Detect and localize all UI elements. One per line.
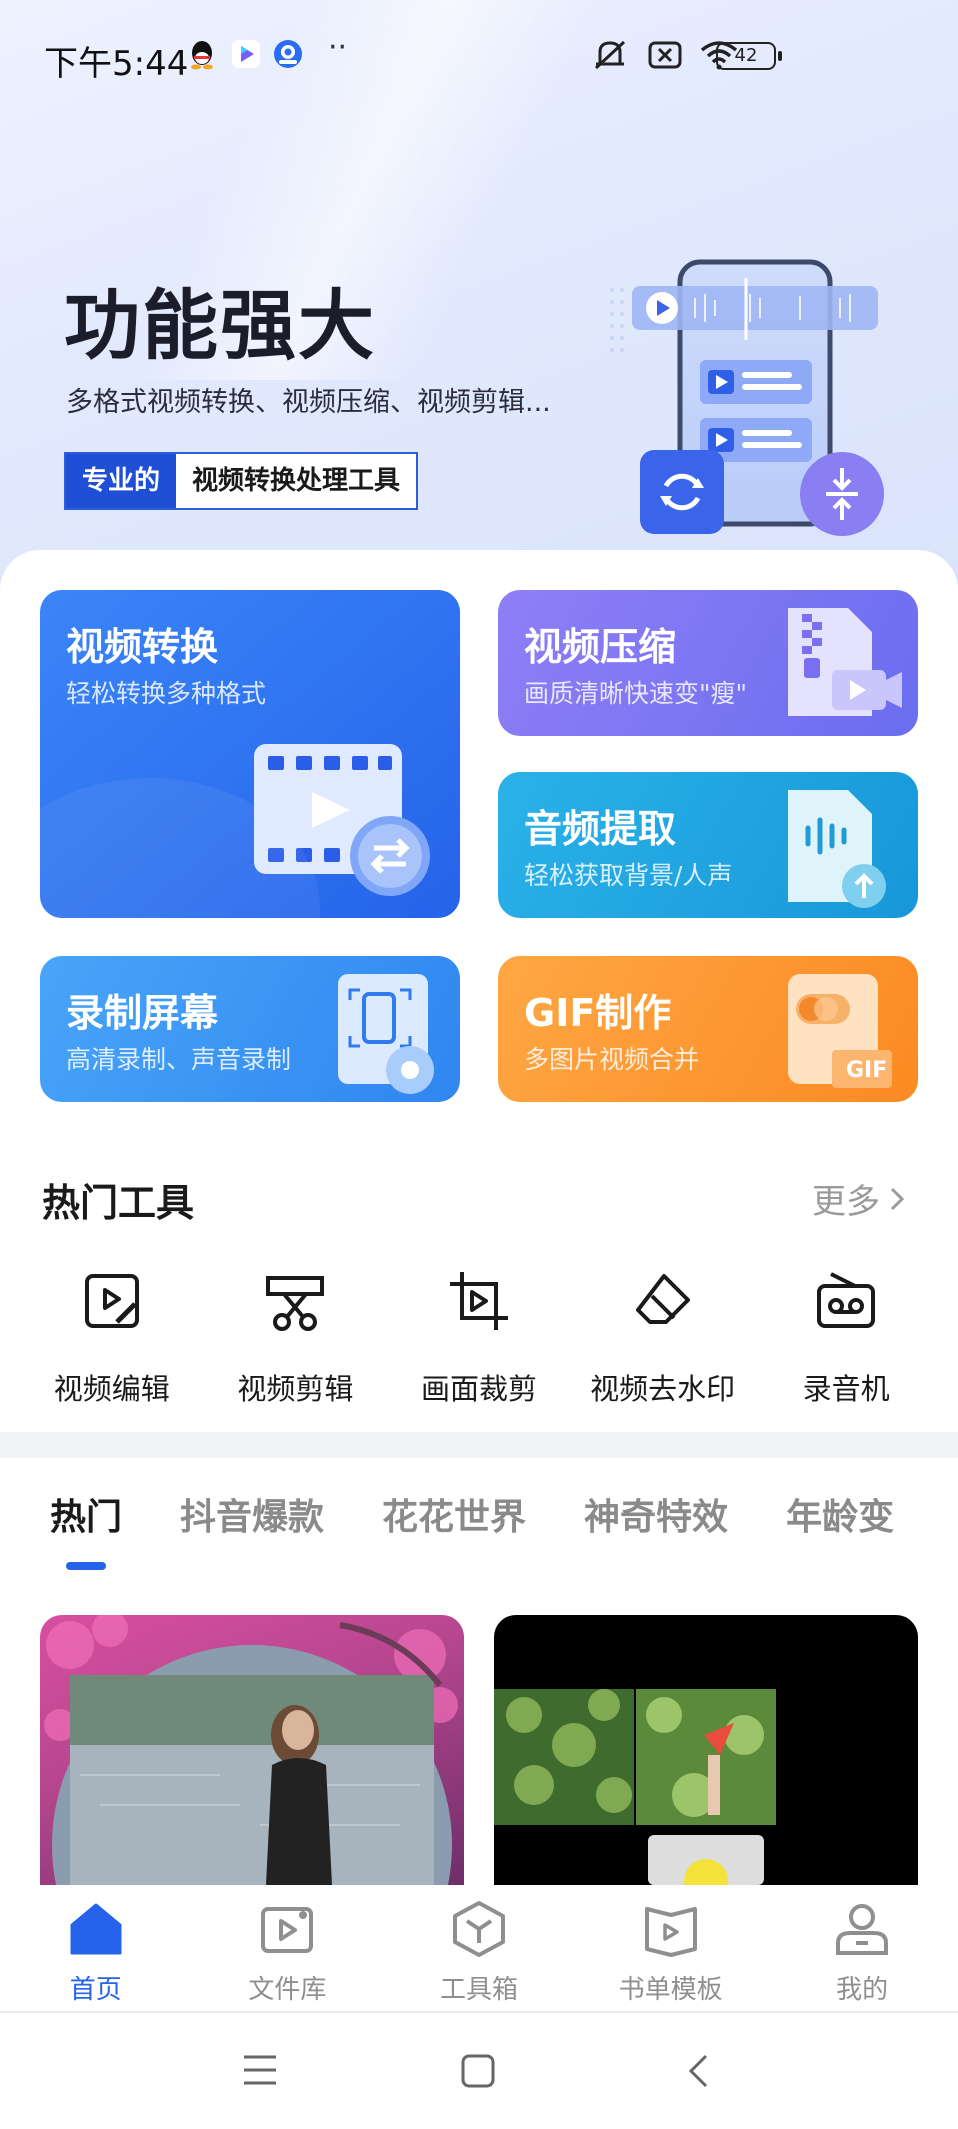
card-title: 音频提取 <box>524 807 677 851</box>
phone-illustration <box>610 259 884 536</box>
tool-label: 画面裁剪 <box>420 1372 537 1406</box>
hero-badge-highlight: 专业的 <box>66 454 177 508</box>
card-subtitle: 画质清晰快速变"瘦" <box>524 679 747 708</box>
browser-app-icon <box>274 40 302 68</box>
nav-home[interactable]: 首页 <box>0 1885 192 2011</box>
status-time: 下午5:44 <box>44 44 189 84</box>
card-subtitle: 轻松获取背景/人声 <box>524 861 733 890</box>
tab-hot[interactable]: 热门 <box>50 1488 122 1540</box>
active-tab-indicator <box>66 1562 106 1570</box>
sim-off-icon <box>648 41 682 69</box>
nav-book-template[interactable]: 书单模板 <box>575 1885 767 2011</box>
profile-icon <box>836 1904 889 1955</box>
qq-icon <box>188 40 216 70</box>
tool-video-edit[interactable]: 视频编辑 <box>20 1266 204 1416</box>
hot-tools-title: 热门工具 <box>42 1181 195 1225</box>
audio-file-icon <box>788 790 886 908</box>
card-title: 录制屏幕 <box>66 991 219 1035</box>
leaves-collage-image <box>494 1689 776 1885</box>
video-app-icon <box>232 40 260 68</box>
tab-flower-world[interactable]: 花花世界 <box>382 1488 526 1540</box>
tab-magic-effects[interactable]: 神奇特效 <box>584 1488 728 1540</box>
file-library-icon <box>261 1907 314 1953</box>
gif-toggle-icon <box>788 974 892 1088</box>
card-subtitle: 多图片视频合并 <box>524 1045 700 1074</box>
tool-remove-watermark[interactable]: 视频去水印 <box>571 1266 755 1416</box>
nav-label: 首页 <box>69 1975 122 2005</box>
nav-label: 文件库 <box>248 1975 327 2005</box>
tool-label: 视频剪辑 <box>237 1372 354 1406</box>
tool-label: 视频编辑 <box>53 1372 170 1406</box>
card-title: 视频转换 <box>66 625 219 669</box>
hero-title: 功能强大 <box>64 281 376 370</box>
nav-file-library[interactable]: 文件库 <box>192 1885 384 2011</box>
hero-badge: 专业的 视频转换处理工具 <box>64 452 419 510</box>
tool-video-cut[interactable]: 视频剪辑 <box>204 1266 388 1416</box>
video-convert-card[interactable]: 视频转换 轻松转换多种格式 <box>40 590 460 918</box>
section-divider <box>0 1432 958 1458</box>
system-navigation-bar <box>0 2013 958 2129</box>
template-thumbnail[interactable] <box>494 1615 918 1885</box>
eraser-icon <box>635 1274 690 1324</box>
nav-label: 书单模板 <box>618 1975 723 2005</box>
book-template-icon <box>644 1907 697 1957</box>
gif-maker-card[interactable]: GIF制作 多图片视频合并 GIF <box>498 956 918 1102</box>
tab-douyin[interactable]: 抖音爆款 <box>180 1488 324 1540</box>
status-bar: 下午5:44 ·· 42 <box>0 0 958 110</box>
home-icon <box>70 1903 122 1955</box>
card-subtitle: 高清录制、声音录制 <box>66 1045 292 1074</box>
tool-recorder[interactable]: 录音机 <box>754 1266 938 1416</box>
mute-icon <box>594 40 626 70</box>
toolbox-icon <box>452 1901 505 1957</box>
tool-label: 视频去水印 <box>590 1372 736 1406</box>
more-link[interactable]: 更多 <box>812 1174 906 1223</box>
chevron-right-icon <box>890 1187 905 1210</box>
film-convert-icon <box>254 744 430 896</box>
card-title: 视频压缩 <box>524 625 677 669</box>
hero-banner[interactable]: 下午5:44 ·· 42 功能强大 多格式视频转换、视频压缩、视频剪辑... 专… <box>0 0 958 600</box>
video-compress-card[interactable]: 视频压缩 画质清晰快速变"瘦" <box>498 590 918 736</box>
screen-record-card[interactable]: 录制屏幕 高清录制、声音录制 <box>40 956 460 1102</box>
screen-record-icon <box>338 974 434 1094</box>
video-edit-icon <box>84 1274 139 1328</box>
recorder-icon <box>817 1272 876 1328</box>
battery-icon: 42 <box>716 42 782 70</box>
tool-crop[interactable]: 画面裁剪 <box>387 1266 571 1416</box>
nav-profile[interactable]: 我的 <box>766 1885 958 2011</box>
tool-label: 录音机 <box>802 1372 890 1406</box>
tab-age-change[interactable]: 年龄变 <box>786 1488 894 1540</box>
hero-badge-text: 视频转换处理工具 <box>176 454 417 508</box>
template-thumbnail[interactable] <box>40 1615 464 1885</box>
scissors-icon <box>266 1276 325 1331</box>
card-subtitle: 轻松转换多种格式 <box>66 679 267 708</box>
back-icon[interactable] <box>686 2053 710 2089</box>
menu-icon[interactable] <box>242 2053 278 2087</box>
nav-toolbox[interactable]: 工具箱 <box>383 1885 575 2011</box>
bottom-navigation: 首页 文件库 工具箱 书单模板 我的 <box>0 1885 958 2013</box>
hot-tools-list: 视频编辑 视频剪辑 画面裁剪 视频去水印 录音机 <box>20 1266 938 1416</box>
home-square-icon[interactable] <box>460 2053 496 2089</box>
nav-label: 工具箱 <box>439 1975 518 2005</box>
lake-portrait-image <box>44 1615 458 1885</box>
hero-subtitle: 多格式视频转换、视频压缩、视频剪辑... <box>66 387 551 418</box>
more-notifications: ·· <box>328 30 348 65</box>
crop-icon <box>449 1272 508 1330</box>
audio-extract-card[interactable]: 音频提取 轻松获取背景/人声 <box>498 772 918 918</box>
zip-video-icon <box>788 608 902 716</box>
category-tabs: 热门 抖音爆款 花花世界 神奇特效 年龄变 <box>50 1488 920 1560</box>
nav-label: 我的 <box>836 1975 889 2005</box>
more-label: 更多 <box>812 1182 880 1222</box>
gif-label: GIF <box>846 1058 888 1083</box>
card-title: GIF制作 <box>524 991 672 1035</box>
